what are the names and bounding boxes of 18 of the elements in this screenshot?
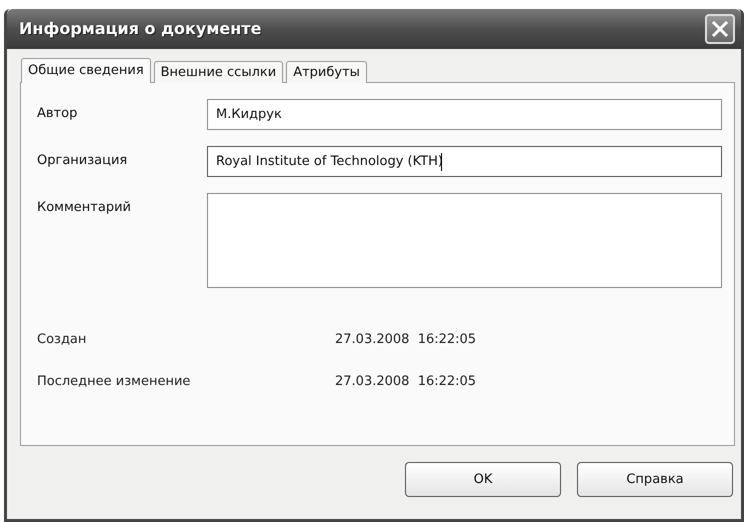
close-icon (710, 19, 730, 39)
info-value: 27.03.2008 16:22:05 (335, 372, 476, 390)
input-field[interactable]: М.Кидрук (207, 99, 722, 130)
field-label: Организация (37, 152, 128, 170)
tab[interactable]: Атрибуты (286, 61, 367, 83)
info-value: 27.03.2008 16:22:05 (335, 331, 476, 349)
close-button[interactable] (705, 14, 735, 44)
dialog-button[interactable]: OK (405, 462, 561, 497)
info-label: Создан (37, 331, 88, 349)
window-title: Информация о документе (19, 18, 262, 40)
tab[interactable]: Общие сведения (21, 58, 151, 83)
tab[interactable]: Внешние ссылки (154, 61, 284, 83)
input-field[interactable]: Royal Institute of Technology (KTH) (207, 146, 722, 177)
comment-field[interactable] (207, 193, 722, 288)
field-label: Комментарий (37, 199, 132, 217)
dialog-button[interactable]: Справка (577, 462, 733, 497)
field-label: Автор (37, 105, 78, 123)
info-label: Последнее изменение (37, 372, 192, 390)
